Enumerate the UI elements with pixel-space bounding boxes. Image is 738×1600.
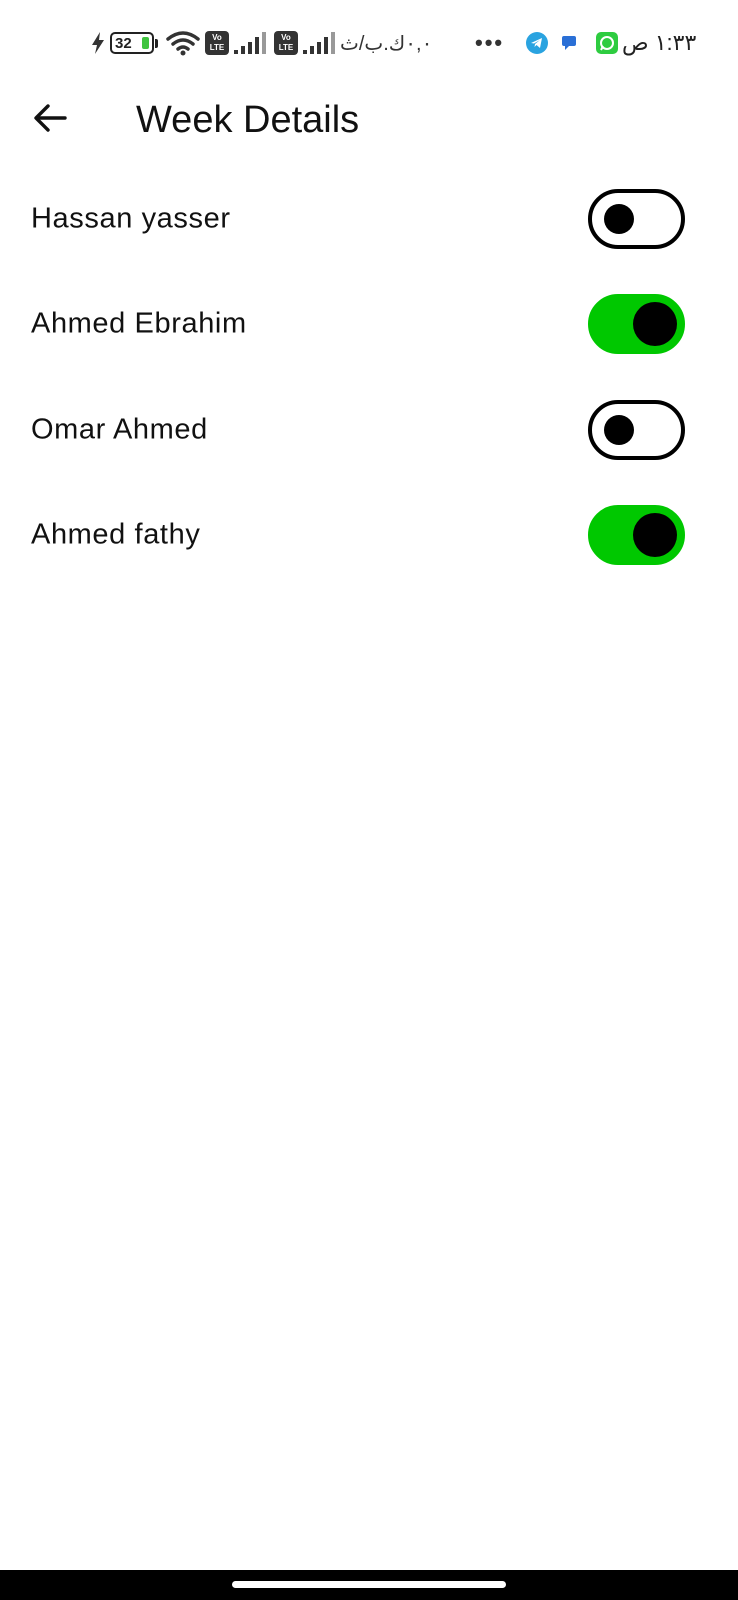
toggle-knob bbox=[633, 513, 677, 558]
toggle-knob bbox=[604, 203, 634, 234]
back-button[interactable] bbox=[26, 96, 74, 144]
wifi-icon bbox=[166, 28, 200, 58]
toggle-knob bbox=[633, 302, 677, 347]
week-details-screen: 32 Vo LTE Vo LTE ٠,٠ك.ب/ث ••• ١:٣٣ ص Wee… bbox=[0, 0, 738, 1600]
more-notifications-icon: ••• bbox=[475, 30, 505, 55]
list-item: Ahmed Ebrahim bbox=[0, 272, 738, 378]
list-item: Ahmed fathy bbox=[0, 483, 738, 589]
attendance-toggle[interactable] bbox=[588, 399, 685, 460]
signal-icon bbox=[234, 28, 266, 58]
signal-icon-2 bbox=[303, 28, 335, 58]
volte-icon-2: Vo LTE bbox=[274, 28, 298, 58]
app-bar: Week Details bbox=[0, 86, 738, 154]
list-item: Omar Ahmed bbox=[0, 377, 738, 483]
status-bar: 32 Vo LTE Vo LTE ٠,٠ك.ب/ث ••• ١:٣٣ ص bbox=[0, 0, 738, 86]
charging-icon bbox=[90, 28, 106, 58]
volte-icon: Vo LTE bbox=[205, 28, 229, 58]
status-time: ١:٣٣ ص bbox=[622, 30, 697, 55]
whatsapp-icon bbox=[596, 28, 618, 58]
system-navigation-bar bbox=[0, 1570, 738, 1600]
arrow-back-icon bbox=[33, 103, 67, 138]
member-name: Hassan yasser bbox=[31, 202, 231, 235]
home-indicator[interactable] bbox=[232, 1581, 506, 1588]
battery-level: 32 bbox=[115, 34, 132, 52]
toggle-knob bbox=[604, 414, 634, 445]
telegram-icon bbox=[525, 28, 549, 58]
list-item: Hassan yasser bbox=[0, 166, 738, 272]
page-title: Week Details bbox=[136, 99, 360, 141]
message-icon bbox=[559, 28, 579, 58]
attendance-toggle[interactable] bbox=[588, 188, 685, 249]
member-name: Ahmed Ebrahim bbox=[31, 307, 247, 340]
battery-icon: 32 bbox=[110, 28, 158, 58]
member-name: Ahmed fathy bbox=[31, 518, 201, 551]
member-name: Omar Ahmed bbox=[31, 413, 208, 446]
member-list: Hassan yasser Ahmed Ebrahim Omar Ahmed A… bbox=[0, 166, 738, 588]
network-speed: ٠,٠ك.ب/ث bbox=[340, 32, 433, 55]
attendance-toggle[interactable] bbox=[588, 294, 685, 355]
attendance-toggle[interactable] bbox=[588, 505, 685, 566]
